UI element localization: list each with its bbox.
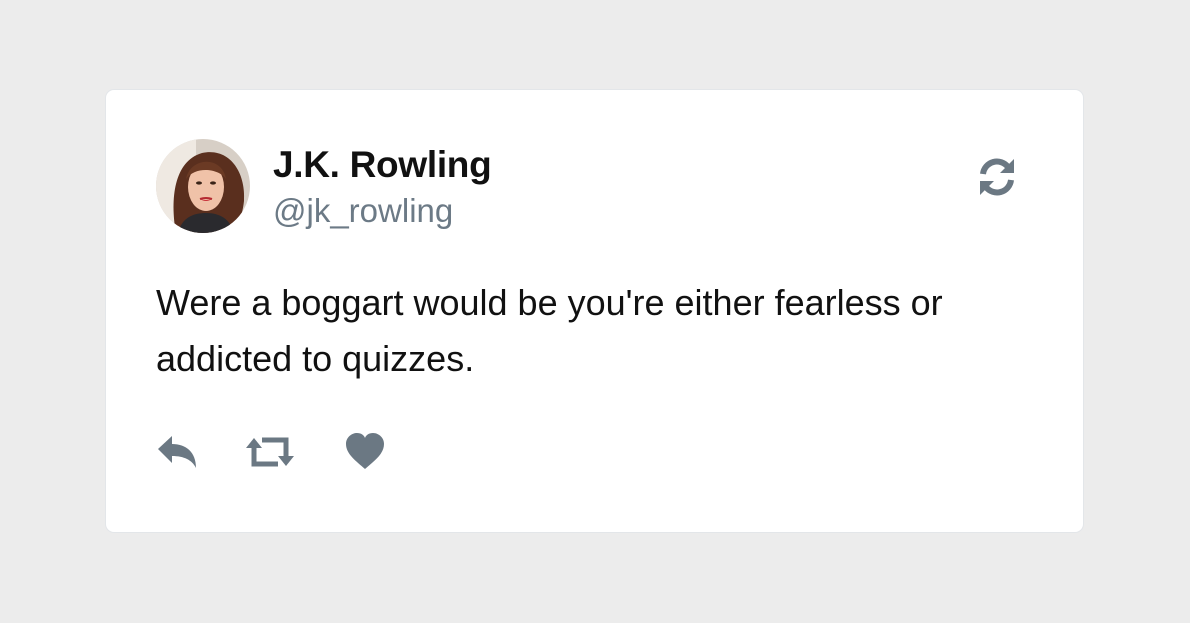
avatar-photo bbox=[156, 139, 250, 233]
reply-icon[interactable] bbox=[156, 432, 198, 472]
refresh-icon[interactable] bbox=[976, 156, 1018, 198]
avatar[interactable] bbox=[156, 139, 250, 233]
author-handle[interactable]: @jk_rowling bbox=[273, 191, 453, 231]
author-name[interactable]: J.K. Rowling bbox=[273, 145, 492, 185]
tweet-text: Were a boggart would be you're either fe… bbox=[156, 282, 943, 379]
like-icon[interactable] bbox=[344, 432, 386, 472]
retweet-icon[interactable] bbox=[244, 432, 296, 472]
tweet-card: J.K. Rowling @jk_rowling Were a boggart … bbox=[106, 90, 1083, 532]
